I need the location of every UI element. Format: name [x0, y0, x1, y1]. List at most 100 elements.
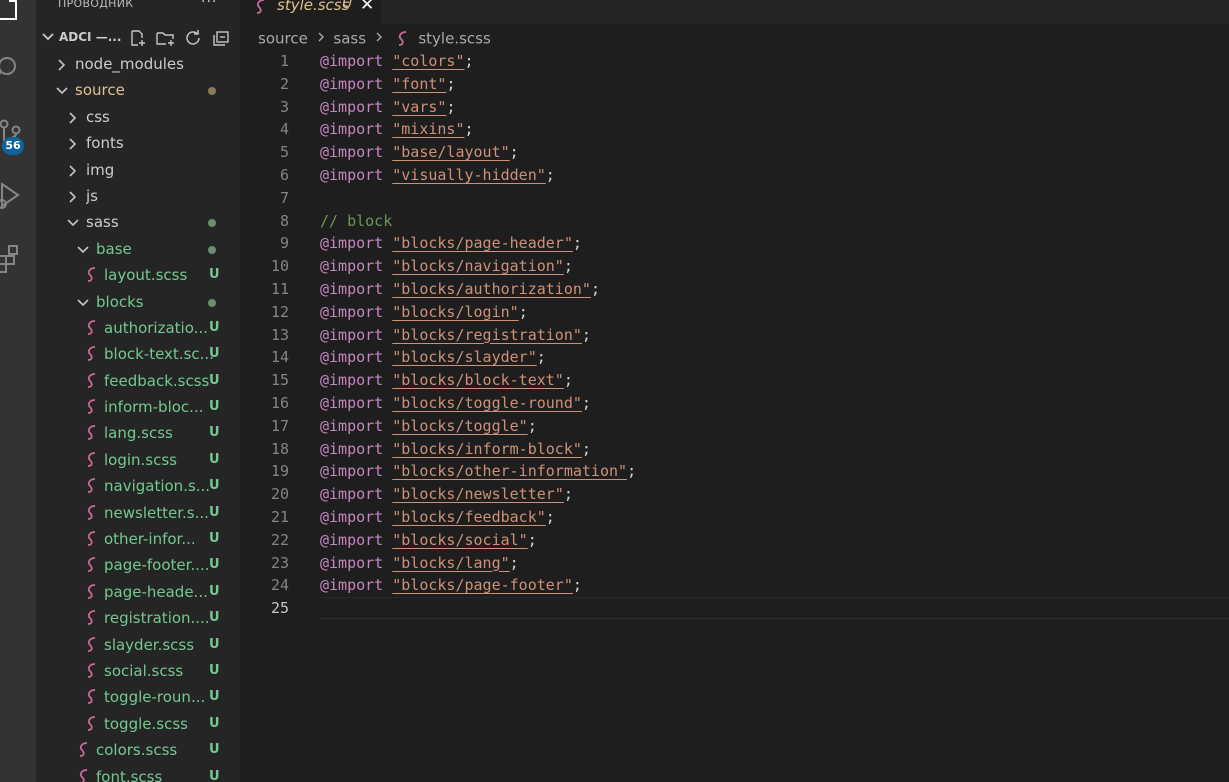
tree-folder[interactable]: css: [36, 104, 240, 130]
code-line: 10 @import "blocks/navigation";: [240, 255, 1229, 278]
code-punctuation: ;: [545, 165, 555, 184]
tree-item-label: toggle.scss: [104, 714, 188, 733]
sass-file-icon: [87, 372, 96, 388]
tree-folder[interactable]: fonts: [36, 130, 240, 156]
tree-file[interactable]: authorizatio... U: [36, 315, 240, 341]
code-keyword: @import: [320, 120, 384, 139]
refresh-icon[interactable]: [183, 28, 203, 48]
code-string: "mixins": [392, 120, 465, 139]
code-string: "blocks/page-header": [392, 234, 573, 253]
editor-area: style.scss U ✕ source sass style.scss 1 @…: [240, 0, 1229, 782]
tree-file[interactable]: font.scss U: [36, 764, 240, 782]
code-editor[interactable]: 1 @import "colors"; 2 @import "font"; 3 @impo…: [240, 50, 1229, 620]
tree-file[interactable]: feedback.scss U: [36, 368, 240, 394]
git-untracked-badge: U: [209, 662, 220, 678]
chevron-down-icon: [67, 219, 79, 227]
code-keyword: @import: [320, 234, 384, 253]
git-status-dot: [208, 245, 216, 254]
code-punctuation: ;: [509, 143, 519, 162]
tree-file[interactable]: newsletter.s... U: [36, 500, 240, 526]
sass-file-icon: [87, 715, 96, 731]
tree-folder[interactable]: base: [36, 236, 240, 262]
sass-file-icon: [87, 531, 96, 546]
code-text: @import "blocks/page-footer";: [320, 576, 582, 594]
new-folder-icon[interactable]: [155, 28, 175, 48]
code-string: "blocks/navigation": [392, 257, 564, 276]
code-punctuation: ;: [590, 279, 600, 298]
tree-folder[interactable]: node_modules: [36, 51, 240, 77]
tab-git-status: U: [342, 0, 353, 12]
git-untracked-badge: U: [209, 372, 220, 388]
code-keyword: @import: [320, 530, 384, 549]
tree-item-label: colors.scss: [96, 741, 178, 760]
explorer-icon[interactable]: [0, 0, 36, 36]
tree-file[interactable]: toggle.scss U: [36, 711, 240, 737]
tree-item-label: block-text.sc...: [104, 345, 214, 364]
sass-file-icon: [79, 742, 88, 758]
tree-file[interactable]: social.scss U: [36, 658, 240, 684]
git-untracked-badge: U: [209, 742, 220, 758]
tree-file[interactable]: page-footer.... U: [36, 552, 240, 578]
tree-file[interactable]: other-infor... U: [36, 526, 240, 552]
tree-folder[interactable]: blocks: [36, 289, 240, 315]
git-untracked-badge: U: [209, 715, 220, 731]
new-file-icon[interactable]: [127, 28, 147, 48]
chevron-down-icon: [42, 33, 54, 41]
breadcrumb-file[interactable]: style.scss: [418, 30, 490, 48]
tree-item-label: authorizatio...: [104, 318, 208, 337]
code-keyword: @import: [320, 553, 384, 572]
code-line: 14 @import "blocks/slayder";: [240, 346, 1229, 369]
code-string: "blocks/registration": [392, 325, 582, 344]
code-punctuation: ;: [527, 530, 537, 549]
tree-folder[interactable]: img: [36, 157, 240, 183]
tree-file[interactable]: page-heade... U: [36, 579, 240, 605]
code-punctuation: ;: [518, 302, 528, 321]
code-text: @import "blocks/toggle";: [320, 417, 537, 435]
tree-file[interactable]: toggle-roun... U: [36, 684, 240, 710]
code-string: "blocks/social": [392, 530, 528, 549]
sass-file-icon: [87, 583, 96, 599]
code-line: 12 @import "blocks/login";: [240, 301, 1229, 324]
tree-file[interactable]: lang.scss U: [36, 420, 240, 446]
tree-file[interactable]: navigation.s... U: [36, 473, 240, 499]
git-untracked-badge: U: [209, 399, 220, 415]
search-icon[interactable]: [0, 52, 36, 96]
workspace-section-header[interactable]: ADCI —...: [36, 25, 240, 51]
tree-file[interactable]: login.scss U: [36, 447, 240, 473]
sass-file-icon: [87, 663, 96, 678]
code-text: @import "blocks/authorization";: [320, 280, 600, 298]
tree-item-label: login.scss: [104, 450, 178, 469]
chevron-right-icon: [69, 191, 77, 203]
extensions-icon[interactable]: [0, 242, 36, 286]
tree-item-label: toggle-roun...: [104, 688, 206, 707]
breadcrumb-source[interactable]: source: [258, 30, 308, 48]
tree-file[interactable]: layout.scss U: [36, 262, 240, 288]
tree-folder[interactable]: sass: [36, 209, 240, 235]
line-number: 22: [270, 530, 289, 549]
code-string: "blocks/inform-block": [392, 439, 582, 458]
code-keyword: @import: [320, 507, 384, 526]
code-punctuation: ;: [464, 120, 474, 139]
tree-file[interactable]: inform-bloc... U: [36, 394, 240, 420]
tree-folder[interactable]: source: [36, 77, 240, 103]
line-number: 6: [279, 165, 289, 184]
code-punctuation: ;: [563, 257, 573, 276]
more-actions-button[interactable]: ···: [201, 0, 217, 10]
code-line: 13 @import "blocks/registration";: [240, 324, 1229, 347]
tree-file[interactable]: slayder.scss U: [36, 632, 240, 658]
tree-file[interactable]: registration.... U: [36, 605, 240, 631]
tree-folder[interactable]: js: [36, 183, 240, 209]
git-untracked-badge: U: [209, 478, 220, 494]
tree-item-label: blocks: [96, 292, 144, 311]
tree-file[interactable]: block-text.sc... U: [36, 341, 240, 367]
code-string: "base/layout": [392, 143, 510, 162]
code-punctuation: ;: [527, 416, 537, 435]
close-icon[interactable]: ✕: [360, 0, 374, 15]
breadcrumb-sass[interactable]: sass: [333, 30, 366, 48]
line-number: 3: [279, 97, 289, 116]
run-debug-icon[interactable]: [0, 178, 36, 222]
collapse-all-icon[interactable]: [211, 28, 231, 48]
tab-style-scss[interactable]: style.scss U ✕: [240, 0, 382, 24]
code-keyword: @import: [320, 257, 384, 276]
tree-file[interactable]: colors.scss U: [36, 737, 240, 763]
